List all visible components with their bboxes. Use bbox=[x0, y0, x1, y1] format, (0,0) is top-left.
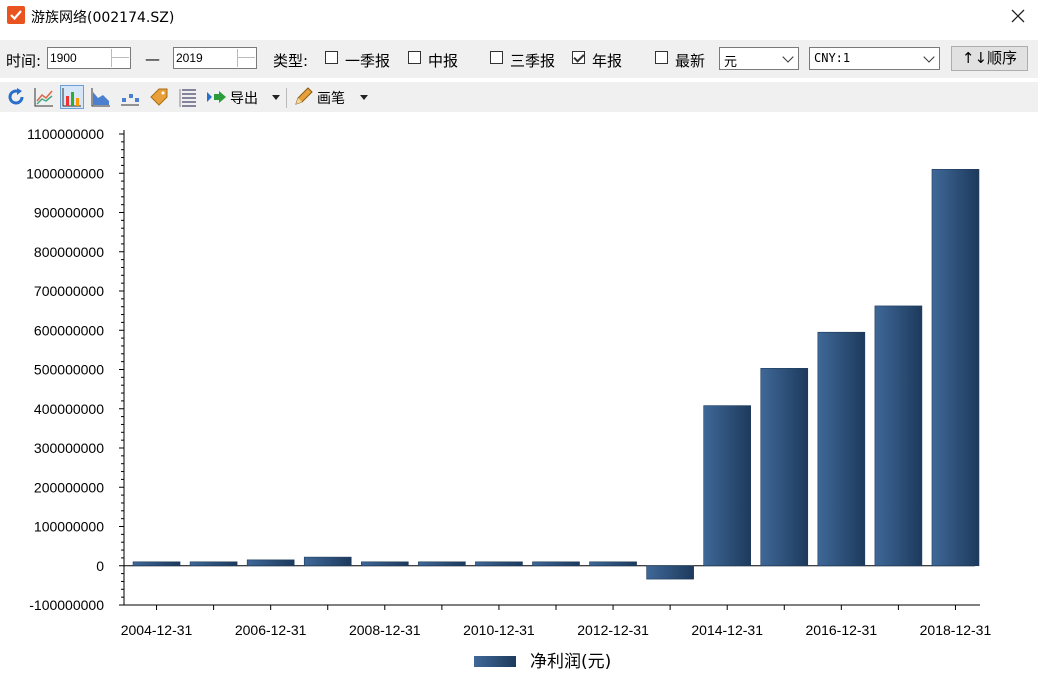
checkbox-latest-label: 最新 bbox=[675, 52, 706, 70]
list-icon[interactable] bbox=[177, 86, 199, 108]
app-check-icon bbox=[7, 6, 25, 24]
line-chart-icon[interactable] bbox=[33, 86, 55, 108]
end-year-value: 2019 bbox=[176, 51, 203, 65]
caret-down-icon[interactable] bbox=[360, 95, 368, 100]
bar-chart-icon[interactable] bbox=[60, 85, 84, 109]
refresh-icon[interactable] bbox=[5, 86, 27, 108]
y-tick-label: 1100000000 bbox=[27, 126, 104, 142]
tag-icon[interactable] bbox=[148, 86, 170, 108]
bar-2007-12-31 bbox=[303, 556, 352, 567]
export-icon[interactable] bbox=[206, 86, 228, 108]
type-label: 类型: bbox=[273, 52, 309, 70]
x-tick-label: 2006-12-31 bbox=[235, 622, 307, 638]
bar-2004-12-31 bbox=[132, 561, 181, 567]
time-label: 时间: bbox=[6, 52, 42, 70]
checkbox-q1-label: 一季报 bbox=[345, 52, 391, 70]
x-tick-label: 2016-12-31 bbox=[806, 622, 878, 638]
bar-2014-12-31 bbox=[703, 405, 752, 567]
bar-2018-12-31 bbox=[931, 169, 980, 567]
checkbox-q3-label: 三季报 bbox=[510, 52, 556, 70]
x-tick-label: 2018-12-31 bbox=[920, 622, 992, 638]
close-icon bbox=[1011, 9, 1025, 23]
chevron-down-icon bbox=[782, 51, 794, 63]
bar-2012-12-31 bbox=[589, 561, 637, 567]
bar-2011-12-31 bbox=[532, 561, 580, 567]
checkbox-annual-label: 年报 bbox=[592, 52, 623, 70]
currency-select[interactable]: CNY:1 bbox=[809, 47, 940, 70]
chevron-down-icon bbox=[923, 51, 935, 63]
caret-down-icon[interactable] bbox=[272, 95, 280, 100]
start-year-value: 1900 bbox=[50, 51, 77, 65]
bar-2013-12-31 bbox=[646, 565, 694, 580]
bar-2016-12-31 bbox=[817, 331, 866, 567]
legend-swatch bbox=[474, 656, 516, 667]
checkbox-annual[interactable] bbox=[572, 51, 585, 64]
y-tick-label: 700000000 bbox=[34, 283, 104, 299]
y-tick-label: 400000000 bbox=[34, 401, 104, 417]
spin-up-icon[interactable] bbox=[238, 49, 255, 58]
checkbox-half-year-label: 中报 bbox=[428, 52, 459, 70]
bar-2006-12-31 bbox=[246, 559, 295, 567]
toolbar-divider bbox=[286, 88, 287, 108]
pen-label[interactable]: 画笔 bbox=[317, 88, 345, 108]
export-label[interactable]: 导出 bbox=[230, 88, 258, 108]
bar-2015-12-31 bbox=[760, 368, 809, 567]
legend-label: 净利润(元) bbox=[530, 652, 611, 672]
checkbox-latest[interactable] bbox=[655, 51, 668, 64]
bar-2008-12-31 bbox=[360, 561, 409, 567]
x-tick-label: 2008-12-31 bbox=[349, 622, 421, 638]
x-tick-label: 2012-12-31 bbox=[577, 622, 649, 638]
x-tick-label: 2010-12-31 bbox=[463, 622, 535, 638]
unit-select[interactable]: 元 bbox=[719, 47, 799, 70]
pen-icon[interactable] bbox=[292, 86, 314, 108]
title-bar: 游族网络(002174.SZ) bbox=[0, 0, 1038, 32]
area-chart-icon[interactable] bbox=[90, 86, 112, 108]
scatter-icon[interactable] bbox=[119, 86, 141, 108]
bar-2005-12-31 bbox=[189, 561, 238, 567]
end-year-spinner[interactable]: 2019 bbox=[173, 47, 257, 69]
net-profit-bar-chart: -100000000 0 100000000 200000000 300000000 40… bbox=[26, 126, 992, 672]
start-year-spinner[interactable]: 1900 bbox=[47, 47, 131, 69]
y-tick-label: 200000000 bbox=[34, 479, 104, 495]
y-tick-label: 300000000 bbox=[34, 440, 104, 456]
checkbox-q3[interactable] bbox=[490, 51, 503, 64]
order-button[interactable]: ↑↓顺序 bbox=[951, 46, 1028, 71]
spin-down-icon[interactable] bbox=[238, 58, 255, 66]
bar-2010-12-31 bbox=[475, 561, 523, 567]
checkbox-half-year[interactable] bbox=[408, 51, 421, 64]
range-dash: — bbox=[145, 50, 160, 68]
checkbox-q1[interactable] bbox=[325, 51, 338, 64]
y-tick-label: 500000000 bbox=[34, 362, 104, 378]
y-tick-label: 1000000000 bbox=[26, 165, 104, 181]
bar-2017-12-31 bbox=[874, 305, 923, 567]
close-button[interactable] bbox=[1006, 4, 1030, 28]
bar-2009-12-31 bbox=[418, 561, 466, 567]
currency-select-value: CNY:1 bbox=[814, 51, 851, 65]
unit-select-value: 元 bbox=[724, 55, 738, 70]
y-tick-label: 800000000 bbox=[34, 244, 104, 260]
x-tick-label: 2004-12-31 bbox=[121, 622, 193, 638]
x-tick-label: 2014-12-31 bbox=[691, 622, 763, 638]
spin-up-icon[interactable] bbox=[112, 49, 129, 58]
y-tick-label: 100000000 bbox=[34, 519, 104, 535]
spin-down-icon[interactable] bbox=[112, 58, 129, 66]
y-tick-label: 0 bbox=[96, 558, 104, 574]
y-tick-label: 600000000 bbox=[34, 322, 104, 338]
y-tick-label: 900000000 bbox=[34, 205, 104, 221]
y-tick-label: -100000000 bbox=[29, 597, 104, 613]
window-title: 游族网络(002174.SZ) bbox=[31, 10, 175, 26]
